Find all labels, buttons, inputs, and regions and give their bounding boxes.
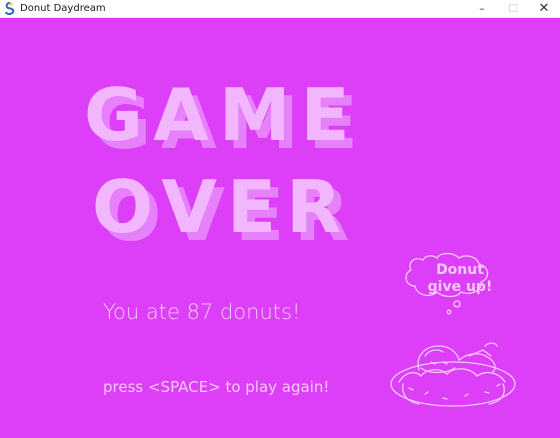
maximize-button[interactable]: ☐ <box>497 0 529 18</box>
girl-face <box>424 349 448 365</box>
minimize-button[interactable]: – <box>466 0 498 18</box>
score-text: You ate 87 donuts! <box>103 300 301 324</box>
thought-dot-1 <box>453 300 461 308</box>
title-bar: Donut Daydream – ☐ ✕ <box>0 0 560 18</box>
donut-icing <box>398 368 506 383</box>
bubble-line2: give up! <box>427 279 493 295</box>
bubble-line1: Donut <box>436 262 484 278</box>
headline-line1: GAME <box>84 73 360 157</box>
pygame-snake-icon <box>5 2 15 15</box>
girl-hand <box>484 342 498 347</box>
play-again-prompt: press <SPACE> to play again! <box>103 378 330 396</box>
girl-arm <box>468 349 492 357</box>
close-button[interactable]: ✕ <box>528 0 560 18</box>
game-canvas[interactable]: GAME GAME OVER OVER You ate 87 donuts! p… <box>0 18 560 438</box>
thought-dot-2 <box>446 309 452 315</box>
sprinkles <box>408 383 501 400</box>
headline-line2: OVER <box>92 165 352 249</box>
window-title: Donut Daydream <box>20 3 106 14</box>
speech-bubble-text: Donut give up! <box>412 262 508 296</box>
donut-drips <box>401 383 505 405</box>
